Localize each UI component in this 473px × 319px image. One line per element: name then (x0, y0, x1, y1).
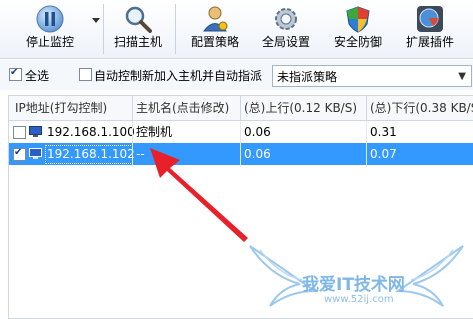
toolbar-divider (175, 4, 176, 54)
config-policy-label: 配置策略 (190, 35, 239, 49)
table-row-selected[interactable]: 192.168.1.102 -- 0.06 0.07 (9, 143, 473, 165)
column-header-upload[interactable]: (总)上行(0.12 KB/S) (244, 96, 366, 120)
policy-select-value: 未指派策略 (277, 70, 338, 84)
table-row[interactable]: 192.168.1.100 控制机 0.06 0.31 (9, 121, 473, 143)
security-defense-button[interactable]: 安全防御 (326, 0, 390, 58)
row-checkbox[interactable] (13, 147, 26, 161)
column-divider (132, 121, 133, 167)
config-policy-button[interactable]: 配置策略 (183, 0, 247, 58)
global-settings-button[interactable]: 全局设置 (254, 0, 318, 58)
policy-select[interactable]: 未指派策略 ▼ (272, 65, 472, 87)
auto-control-checkbox[interactable] (79, 68, 92, 81)
computer-icon (29, 148, 42, 159)
column-header-hostname[interactable]: 主机名(点击修改) (136, 96, 240, 120)
column-divider (240, 121, 241, 167)
chevron-down-icon[interactable] (92, 18, 100, 23)
user-settings-icon (203, 6, 228, 32)
toolbar: 停止监控 扫描主机 配置策略 全局设置 安全防御 扩展插件 (0, 0, 473, 59)
scan-hosts-label: 扫描主机 (113, 35, 162, 49)
row-checkbox[interactable] (13, 126, 26, 139)
download-cell: 0.31 (370, 125, 397, 139)
pause-icon (36, 5, 64, 33)
extension-plugins-button[interactable]: 扩展插件 (398, 0, 462, 58)
watermark-url: www.52ij.com (324, 294, 394, 305)
toolbar-divider (103, 4, 104, 54)
watermark: 我爱IT技术网 www.52ij.com (240, 236, 473, 317)
column-header-ip[interactable]: IP地址(打勾控制) (15, 96, 133, 120)
download-cell: 0.07 (370, 147, 397, 161)
hostname-cell[interactable]: 控制机 (136, 121, 172, 143)
plugin-icon (417, 6, 443, 32)
column-header-download[interactable]: (总)下行(0.38 KB/S) (370, 96, 473, 120)
ip-cell: 192.168.1.102 (47, 147, 135, 161)
hostname-cell[interactable]: -- (136, 143, 145, 165)
scan-hosts-button[interactable]: 扫描主机 (106, 0, 170, 58)
global-settings-label: 全局设置 (261, 35, 310, 49)
auto-control-label: 自动控制新加入主机并自动指派 (94, 69, 263, 83)
gear-icon (275, 8, 297, 30)
stop-monitor-label: 停止监控 (25, 35, 74, 49)
watermark-title: 我爱IT技术网 (302, 275, 405, 295)
select-all-checkbox[interactable] (9, 67, 22, 81)
computer-icon (29, 126, 42, 137)
upload-cell: 0.06 (244, 147, 271, 161)
magnifier-icon (125, 6, 152, 33)
column-divider (366, 121, 367, 167)
chevron-down-icon: ▼ (458, 71, 466, 82)
column-divider[interactable] (366, 96, 367, 120)
security-defense-label: 安全防御 (333, 35, 382, 49)
column-divider[interactable] (132, 96, 133, 120)
upload-cell: 0.06 (244, 125, 271, 139)
ip-cell: 192.168.1.100 (47, 125, 135, 139)
select-all-label: 全选 (25, 69, 50, 83)
column-divider[interactable] (240, 96, 241, 120)
table-header: IP地址(打勾控制) 主机名(点击修改) (总)上行(0.12 KB/S) (总… (9, 96, 473, 121)
extension-plugins-label: 扩展插件 (405, 35, 454, 49)
stop-monitor-button[interactable]: 停止监控 (10, 0, 90, 58)
shield-icon (346, 6, 370, 33)
